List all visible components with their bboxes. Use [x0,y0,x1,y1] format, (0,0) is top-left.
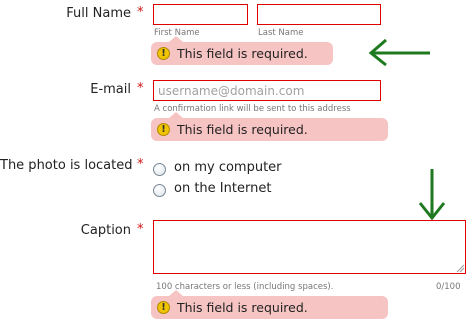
radio-on-my-computer[interactable] [153,163,166,176]
photo-location-label-text: The photo is located [0,158,133,173]
caption-textarea[interactable] [153,220,466,274]
radio-on-my-computer-label[interactable]: on my computer [174,160,282,175]
email-error-text: This field is required. [177,122,308,137]
warning-icon: ! [157,123,170,136]
error-notch [169,290,183,296]
email-input[interactable] [153,80,381,101]
caption-counter: 0/100 [436,282,461,292]
radio-on-the-internet-label[interactable]: on the Internet [174,181,271,196]
last-name-input[interactable] [257,4,381,25]
email-error: ! This field is required. [151,112,388,141]
first-name-input[interactable] [153,4,248,25]
error-notch [169,36,183,42]
green-arrow-down-icon [418,169,446,221]
email-required-mark: * [137,81,144,96]
radio-on-the-internet[interactable] [153,184,166,197]
photo-location-required-mark: * [137,157,144,172]
caption-required-mark: * [137,222,144,237]
green-arrow-left-icon [368,38,430,67]
caption-label: Caption [0,223,131,238]
full-name-label-text: Full Name [66,6,131,21]
resize-grip-icon[interactable] [456,264,465,273]
photo-location-label: The photo is located [0,158,133,173]
warning-icon: ! [157,301,170,314]
full-name-required-mark: * [137,5,144,20]
error-notch [169,112,183,118]
email-label: E-mail [0,82,131,97]
caption-error-text: This field is required. [177,300,308,315]
full-name-label: Full Name [0,6,131,21]
caption-error: ! This field is required. [151,290,388,319]
email-label-text: E-mail [90,82,131,97]
full-name-error-text: This field is required. [177,46,308,61]
warning-icon: ! [157,47,170,60]
last-name-hint: Last Name [258,28,304,38]
email-hint: A confirmation link will be sent to this… [154,104,351,114]
caption-label-text: Caption [80,223,131,238]
full-name-error: ! This field is required. [151,36,333,65]
